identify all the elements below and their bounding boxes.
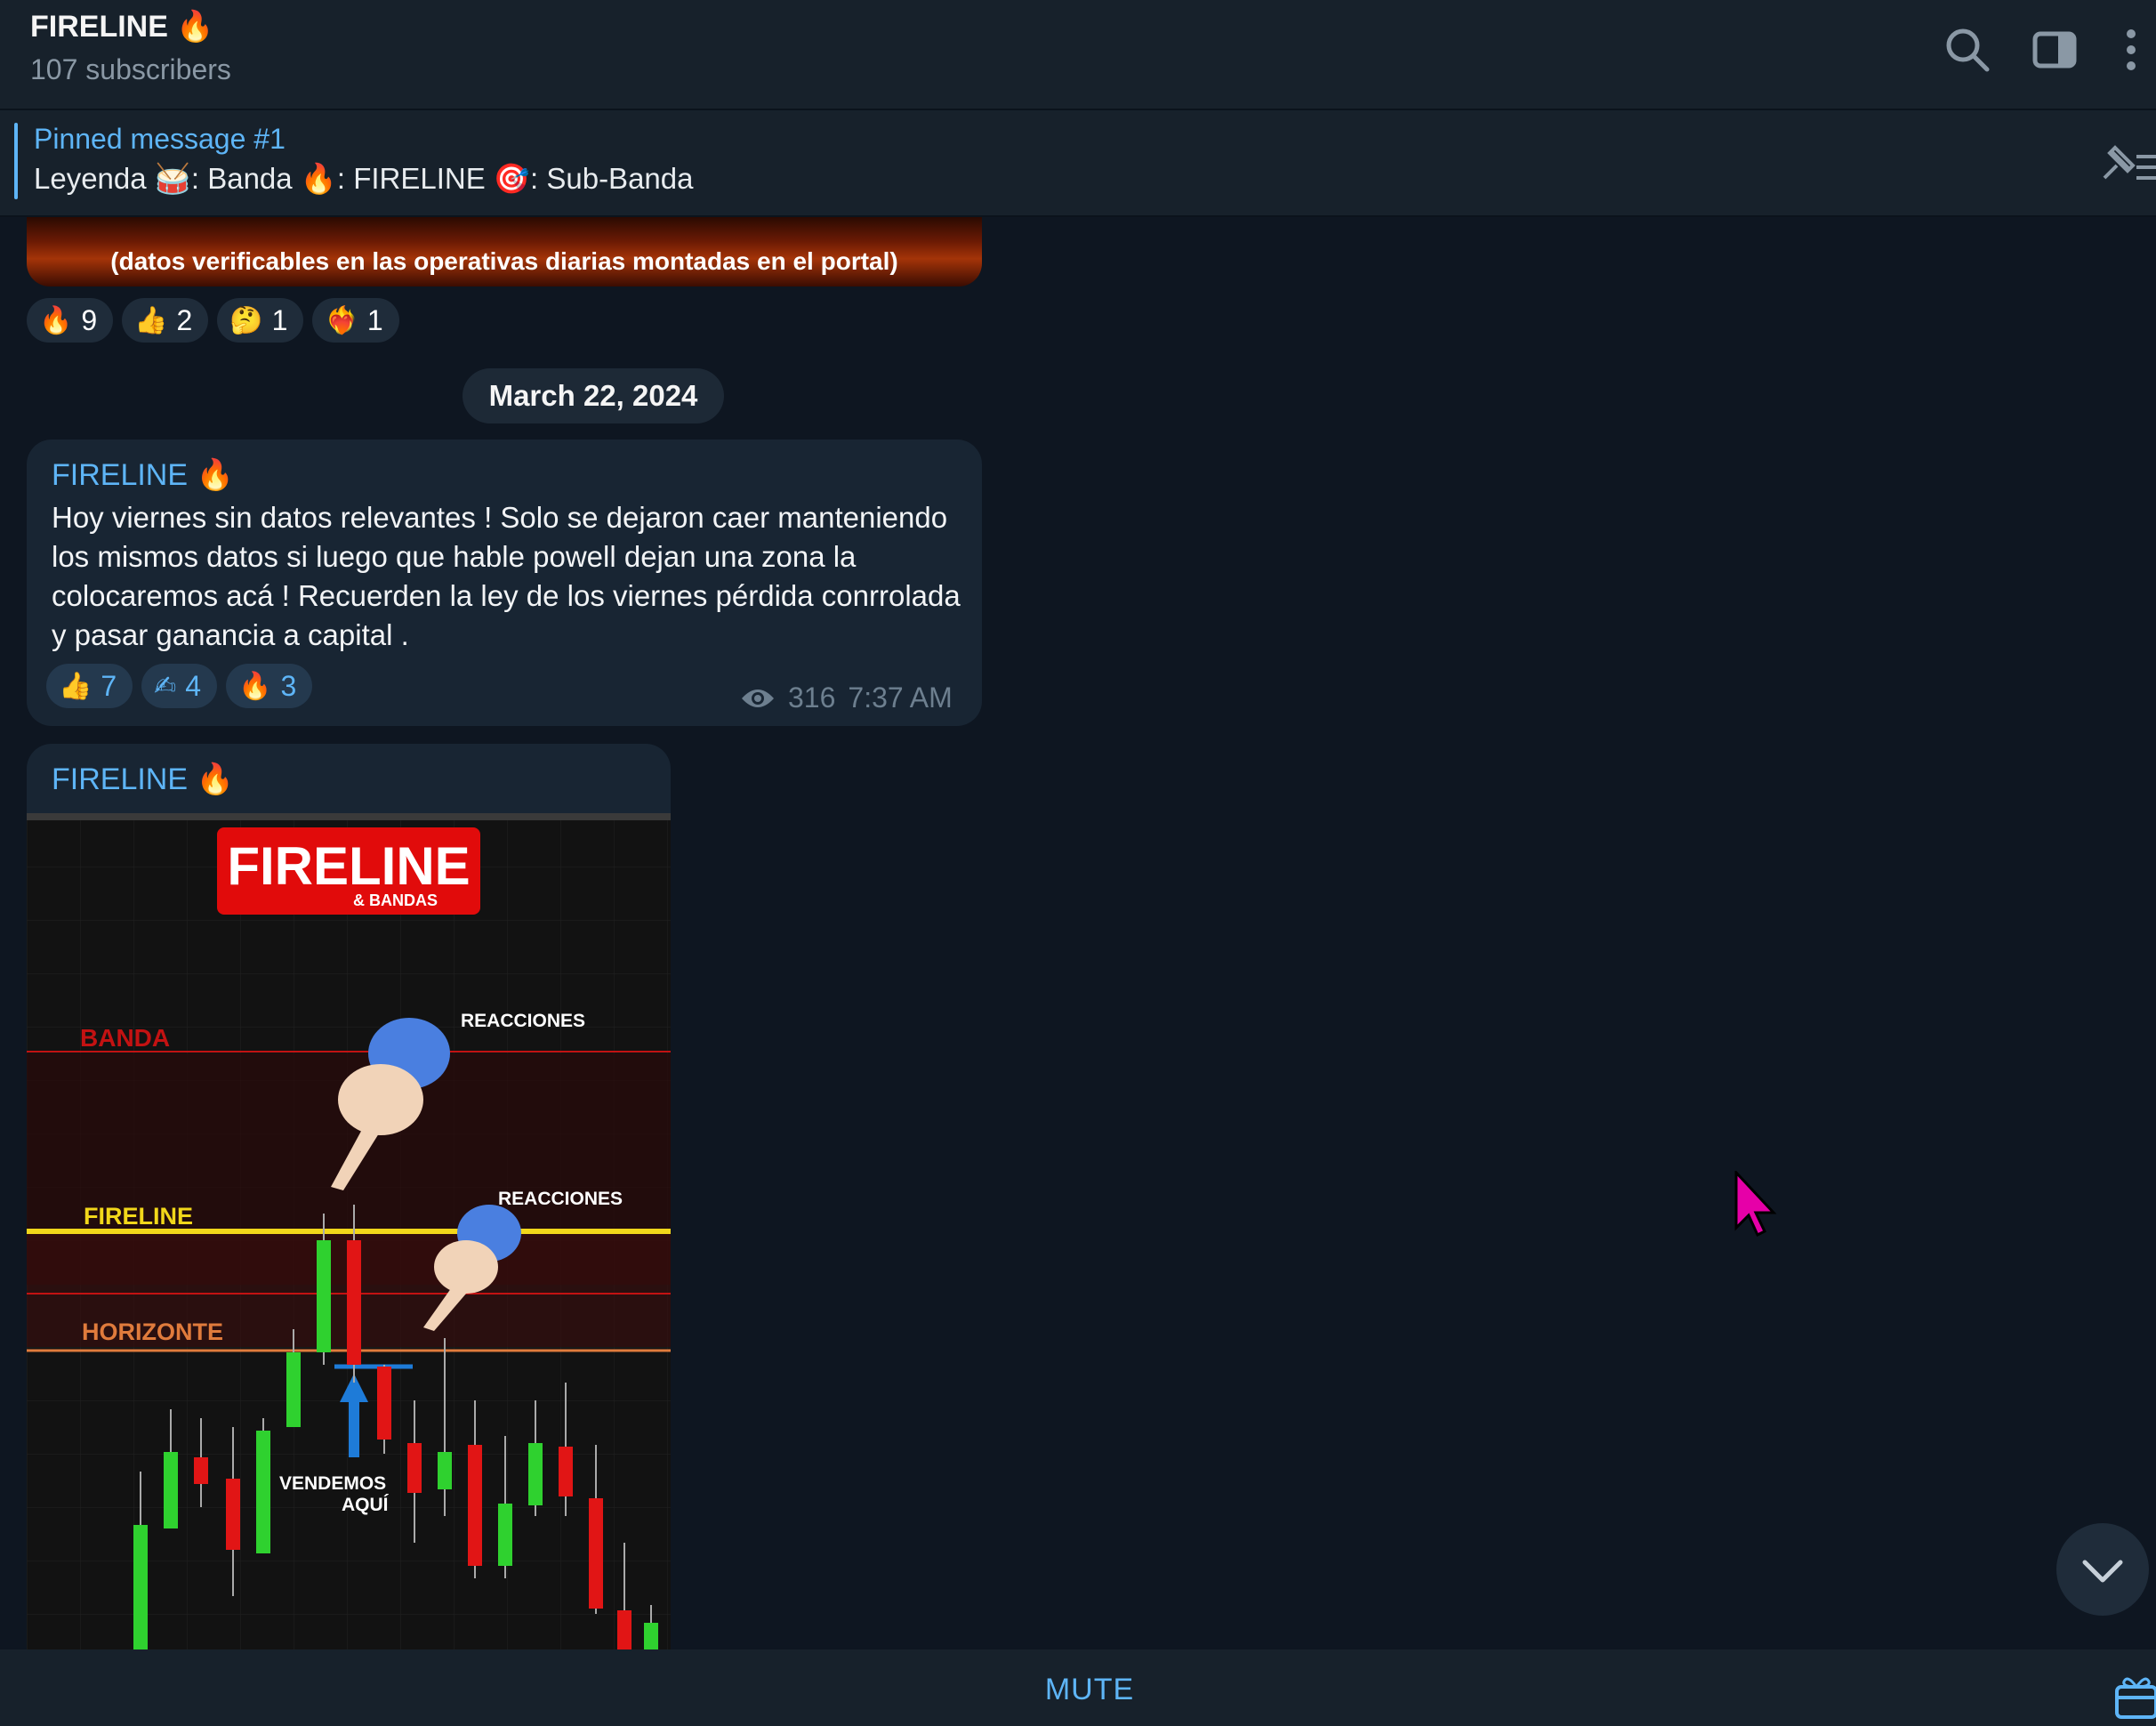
reaction-chip[interactable]: 🔥 9: [27, 298, 114, 343]
mouse-cursor-icon: [1734, 1169, 1781, 1238]
pinned-title: Pinned message #1: [34, 123, 286, 155]
pinned-text: Leyenda 🥁: Banda 🔥: FIRELINE 🎯: Sub-Band…: [34, 162, 694, 195]
message-author[interactable]: FIRELINE 🔥: [52, 762, 234, 797]
reaction-chip[interactable]: 👍 2: [122, 298, 209, 343]
reacciones-label-2: REACCIONES: [498, 1189, 623, 1209]
mute-button[interactable]: MUTE: [0, 1673, 2156, 1707]
reaction-chip[interactable]: ✍ 4: [141, 664, 218, 708]
vendemos-label: VENDEMOS: [279, 1473, 386, 1494]
level-banda-label: BANDA: [80, 1024, 170, 1052]
reacciones-label-1: REACCIONES: [461, 1011, 585, 1031]
message-author[interactable]: FIRELINE 🔥: [52, 457, 234, 493]
reaction-chip[interactable]: ❤‍🔥 1: [312, 298, 399, 343]
chat-header: [0, 0, 2156, 110]
gift-icon[interactable]: [2113, 1673, 2156, 1719]
reaction-chip[interactable]: 🔥 3: [226, 664, 313, 708]
pinned-list-icon[interactable]: [2099, 139, 2156, 189]
level-fireline-label: FIRELINE: [84, 1203, 193, 1230]
previous-post-image-caption: (datos verificables en las operativas di…: [110, 247, 898, 275]
subscriber-count: 107 subscribers: [30, 53, 231, 85]
fire-emoji: 🔥: [176, 10, 214, 44]
views-eye-icon: [742, 689, 774, 707]
message-time: 7:37 AM: [848, 682, 953, 714]
message-reactions: 👍 7 ✍ 4 🔥 3: [46, 664, 313, 708]
pinned-indicator: [14, 123, 18, 199]
aqui-label: AQUÍ: [342, 1495, 390, 1515]
previous-post-reactions: 🔥 9 👍 2 🤔 1 ❤‍🔥 1: [27, 298, 399, 343]
channel-title[interactable]: FIRELINE 🔥: [30, 9, 214, 44]
sidebar-toggle-icon[interactable]: [2028, 23, 2081, 77]
message-meta: 316 7:37 AM: [740, 682, 953, 714]
view-count: 316: [788, 682, 836, 714]
date-separator: March 22, 2024: [463, 368, 724, 423]
more-vertical-icon[interactable]: [2113, 23, 2149, 77]
chevron-down-icon: [2082, 1560, 2123, 1583]
channel-name: FIRELINE: [30, 10, 168, 44]
reaction-chip[interactable]: 👍 7: [46, 664, 133, 708]
chart-logo-subtext: & BANDAS: [353, 891, 438, 909]
trading-chart-image[interactable]: FIRELINE & BANDAS BANDA FIRELINE HORIZON…: [27, 813, 671, 1649]
chart-logo-text: FIRELINE: [227, 836, 470, 896]
message-text: Hoy viernes sin datos relevantes ! Solo …: [52, 501, 961, 651]
reaction-chip[interactable]: 🤔 1: [217, 298, 304, 343]
level-horizonte-label: HORIZONTE: [82, 1319, 223, 1345]
scroll-to-bottom-button[interactable]: [2056, 1523, 2149, 1616]
search-icon[interactable]: [1941, 23, 1994, 77]
